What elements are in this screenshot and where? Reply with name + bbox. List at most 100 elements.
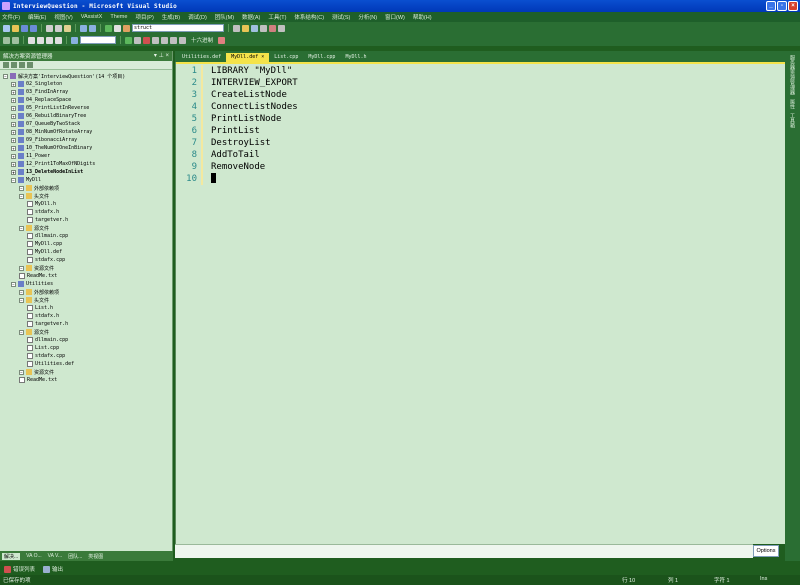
tree-item[interactable]: targetver.h — [0, 216, 172, 224]
save-icon[interactable] — [21, 24, 28, 32]
expand-toggle[interactable]: + — [11, 129, 16, 135]
solution-explorer-icon[interactable] — [233, 24, 240, 32]
menu-item[interactable]: 分析(N) — [358, 13, 377, 21]
refresh-icon[interactable] — [19, 62, 25, 68]
tree-item[interactable]: − 头文件 — [0, 296, 172, 304]
bookmark-icon[interactable] — [71, 36, 78, 44]
editor-tab[interactable]: MyDll.h — [340, 53, 371, 62]
code-editor[interactable]: 1 LIBRARY "MyDll" 2 INTERVIEW_EXPORT 3 Create… — [175, 62, 785, 544]
tree-item[interactable]: ReadMe.txt — [0, 272, 172, 280]
copy-icon[interactable] — [55, 24, 62, 32]
tree-item[interactable]: +10_TheNumOfOneInBinary — [0, 144, 172, 152]
hex-display-toggle[interactable]: 十六进制 — [191, 36, 213, 44]
expand-toggle[interactable]: − — [19, 297, 24, 303]
step-over-icon[interactable] — [170, 36, 177, 44]
restart-icon[interactable] — [152, 36, 159, 44]
pin-close-icons[interactable]: ▾ ⊥ × — [154, 52, 169, 59]
cut-icon[interactable] — [46, 24, 53, 32]
class-view-icon[interactable] — [260, 24, 267, 32]
new-project-icon[interactable] — [3, 24, 10, 32]
undo-icon[interactable] — [80, 24, 87, 32]
menu-item[interactable]: VAssistX — [81, 14, 103, 20]
find-in-files-icon[interactable] — [123, 24, 130, 32]
view-code-icon[interactable] — [27, 62, 33, 68]
tree-item[interactable]: MyDll.h — [0, 200, 172, 208]
expand-toggle[interactable]: + — [11, 121, 16, 127]
menu-item[interactable]: 生成(B) — [162, 13, 180, 21]
close-tab-icon[interactable]: × — [261, 54, 264, 60]
menu-item[interactable]: 窗口(W) — [385, 13, 405, 21]
menu-item[interactable]: 项目(P) — [135, 13, 153, 21]
uncomment-icon[interactable] — [55, 36, 62, 44]
menu-item[interactable]: 文件(F) — [2, 13, 20, 21]
object-browser-icon[interactable] — [269, 24, 276, 32]
tree-item[interactable]: +04_ReplaceSpace — [0, 96, 172, 104]
menu-item[interactable]: 帮助(H) — [413, 13, 432, 21]
tree-item[interactable]: − 源文件 — [0, 328, 172, 336]
tree-item[interactable]: stdafx.h — [0, 312, 172, 320]
tree-item[interactable]: +12_Print1ToMaxOfNDigits — [0, 160, 172, 168]
expand-toggle[interactable]: + — [11, 81, 16, 87]
tree-item[interactable]: MyDll.cpp — [0, 240, 172, 248]
output-tab[interactable]: 输出 — [43, 565, 63, 573]
properties-icon[interactable] — [3, 62, 9, 68]
editor-tab[interactable]: List.cpp — [269, 53, 303, 62]
redo-icon[interactable] — [89, 24, 96, 32]
expand-toggle[interactable]: + — [11, 89, 16, 95]
tree-item[interactable]: − 外部依赖项 — [0, 288, 172, 296]
close-button[interactable]: × — [788, 1, 798, 11]
tree-item[interactable]: +13_DeleteNodeInList — [0, 168, 172, 176]
start-debug-icon[interactable] — [105, 24, 112, 32]
step-into-icon[interactable] — [161, 36, 168, 44]
tree-item[interactable]: − 解决方案'InterviewQuestion'(14 个项目) — [0, 72, 172, 80]
menu-item[interactable]: 调试(D) — [188, 13, 207, 21]
expand-toggle[interactable]: − — [19, 369, 24, 375]
breakpoints-icon[interactable] — [218, 36, 226, 44]
expand-toggle[interactable]: + — [11, 105, 16, 111]
tree-item[interactable]: stdafx.h — [0, 208, 172, 216]
menu-item[interactable]: Theme — [110, 14, 127, 20]
side-panel-tab[interactable]: 解决... — [2, 552, 21, 560]
options-button[interactable]: Options — [753, 545, 779, 557]
paste-icon[interactable] — [64, 24, 71, 32]
properties-icon[interactable] — [242, 24, 249, 32]
expand-toggle[interactable]: − — [19, 329, 24, 335]
tree-item[interactable]: +11_Power — [0, 152, 172, 160]
tree-item[interactable]: − 外部依赖项 — [0, 184, 172, 192]
expand-toggle[interactable]: + — [11, 145, 16, 151]
break-all-icon[interactable] — [134, 36, 141, 44]
comment-icon[interactable] — [46, 36, 53, 44]
tree-item[interactable]: +08_MinNumOfRotateArray — [0, 128, 172, 136]
side-panel-tab[interactable]: 团队... — [68, 553, 82, 560]
properties-tab[interactable]: 属性 — [789, 99, 796, 109]
expand-toggle[interactable]: − — [3, 73, 8, 79]
menu-item[interactable]: 工具(T) — [268, 13, 286, 21]
tree-item[interactable]: stdafx.cpp — [0, 256, 172, 264]
tree-item[interactable]: targetver.h — [0, 320, 172, 328]
find-combo[interactable]: struct — [132, 24, 224, 32]
continue-icon[interactable] — [125, 36, 132, 44]
menu-item[interactable]: 体系结构(C) — [294, 13, 324, 21]
tree-item[interactable]: +02_Singleton — [0, 80, 172, 88]
tree-item[interactable]: +09_FibonacciArray — [0, 136, 172, 144]
horizontal-scrollbar[interactable] — [175, 544, 753, 558]
toolbox-icon[interactable] — [251, 24, 258, 32]
show-all-files-icon[interactable] — [11, 62, 17, 68]
build-icon[interactable] — [3, 36, 10, 44]
expand-toggle[interactable]: − — [11, 281, 16, 287]
tree-item[interactable]: dllmain.cpp — [0, 232, 172, 240]
tree-item[interactable]: List.h — [0, 304, 172, 312]
expand-toggle[interactable]: + — [11, 137, 16, 143]
tree-item[interactable]: List.cpp — [0, 344, 172, 352]
minimize-button[interactable]: _ — [766, 1, 776, 11]
start-page-icon[interactable] — [278, 24, 285, 32]
tree-item[interactable]: +05_PrintListInReverse — [0, 104, 172, 112]
server-explorer-tab[interactable]: 服务器资源管理器 — [789, 55, 796, 95]
toolbox-tab[interactable]: 工具箱 — [789, 113, 796, 128]
expand-toggle[interactable]: − — [11, 177, 16, 183]
indent-icon[interactable] — [28, 36, 35, 44]
tree-item[interactable]: +07_QueueByTwoStack — [0, 120, 172, 128]
menu-item[interactable]: 编辑(E) — [28, 13, 46, 21]
tree-item[interactable]: +03_FindInArray — [0, 88, 172, 96]
tree-item[interactable]: − 源文件 — [0, 224, 172, 232]
